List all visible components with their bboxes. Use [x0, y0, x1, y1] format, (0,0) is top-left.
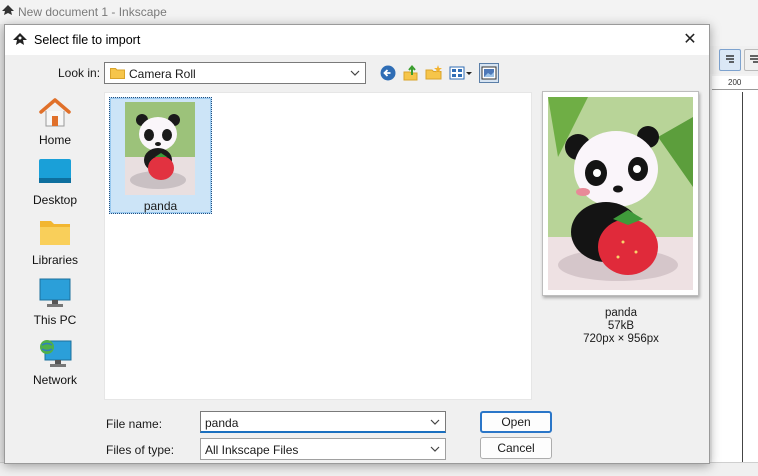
- new-folder-icon: [425, 65, 442, 80]
- view-menu-icon: [449, 66, 472, 80]
- preview-pane: [542, 91, 699, 296]
- look-in-label: Look in:: [58, 66, 101, 80]
- network-icon: [40, 340, 72, 367]
- place-label: This PC: [33, 313, 77, 327]
- align-toggle-button[interactable]: [744, 49, 758, 71]
- panda-thumbnail: [125, 102, 195, 195]
- places-bar: Home Desktop Libraries This PC Network: [17, 87, 103, 397]
- chevron-down-icon[interactable]: [428, 415, 442, 429]
- inkscape-canvas[interactable]: [712, 90, 758, 470]
- look-in-dropdown[interactable]: Camera Roll: [104, 62, 366, 84]
- cancel-button[interactable]: Cancel: [480, 437, 552, 459]
- chevron-down-icon: [350, 70, 360, 76]
- place-this-pc[interactable]: This PC: [17, 275, 93, 331]
- folder-icon: [110, 68, 125, 79]
- place-label: Home: [38, 133, 71, 147]
- inkscape-titlebar: New document 1 - Inkscape: [0, 0, 758, 24]
- up-folder-icon: [403, 64, 418, 81]
- panda-preview-image: [548, 97, 693, 290]
- inkscape-logo-icon: [2, 5, 14, 15]
- preview-file-name: panda: [605, 307, 637, 319]
- back-button[interactable]: [378, 63, 398, 83]
- file-list[interactable]: panda: [104, 92, 532, 400]
- place-desktop[interactable]: Desktop: [17, 155, 93, 211]
- snap-icon: [726, 55, 734, 63]
- place-network[interactable]: Network: [17, 335, 93, 391]
- place-label: Network: [32, 373, 77, 387]
- inkscape-window-title: New document 1 - Inkscape: [18, 5, 167, 19]
- inkscape-toolbar-right: [708, 46, 758, 74]
- new-folder-button[interactable]: [424, 63, 444, 83]
- file-name-label: File name:: [106, 417, 163, 431]
- file-name: panda: [143, 199, 178, 213]
- place-label: Desktop: [32, 193, 78, 207]
- preview-toggle-button[interactable]: [479, 63, 499, 83]
- preview-info: panda 57kB 720px × 956px: [543, 307, 699, 346]
- close-button[interactable]: ✕: [677, 29, 703, 51]
- align-icon: [750, 55, 758, 63]
- open-button[interactable]: Open: [480, 411, 552, 433]
- place-libraries[interactable]: Libraries: [17, 215, 93, 271]
- place-label: Libraries: [31, 253, 79, 267]
- file-type-dropdown[interactable]: All Inkscape Files: [200, 438, 446, 460]
- libraries-icon: [40, 221, 70, 245]
- desktop-icon: [39, 159, 71, 183]
- file-name-input[interactable]: panda: [200, 411, 446, 433]
- dialog-title: Select file to import: [34, 33, 141, 47]
- dialog-titlebar[interactable]: Select file to import ✕: [5, 25, 709, 55]
- close-icon: ✕: [683, 31, 697, 48]
- preview-dimensions: 720px × 956px: [583, 333, 659, 345]
- preview-toggle-icon: [481, 66, 497, 80]
- snap-toggle-button[interactable]: [719, 49, 741, 71]
- import-dialog: Select file to import ✕ Look in: Camera …: [4, 24, 710, 464]
- chevron-down-icon: [430, 446, 440, 452]
- file-item[interactable]: panda: [109, 97, 212, 214]
- ruler-number: 200: [728, 78, 742, 87]
- file-name-value: panda: [205, 416, 239, 430]
- horizontal-ruler: 200: [712, 76, 758, 90]
- look-in-value: Camera Roll: [129, 67, 196, 81]
- file-type-label: Files of type:: [106, 443, 175, 457]
- page-border: [742, 92, 743, 462]
- preview-file-size: 57kB: [607, 320, 635, 332]
- place-home[interactable]: Home: [17, 95, 93, 151]
- view-menu-button[interactable]: [448, 63, 474, 83]
- file-type-value: All Inkscape Files: [205, 443, 299, 457]
- inkscape-statusbar: [0, 462, 758, 476]
- home-icon: [39, 98, 71, 127]
- up-one-level-button[interactable]: [401, 63, 421, 83]
- this-pc-icon: [39, 278, 71, 307]
- inkscape-icon: [13, 33, 27, 45]
- back-icon: [380, 65, 396, 81]
